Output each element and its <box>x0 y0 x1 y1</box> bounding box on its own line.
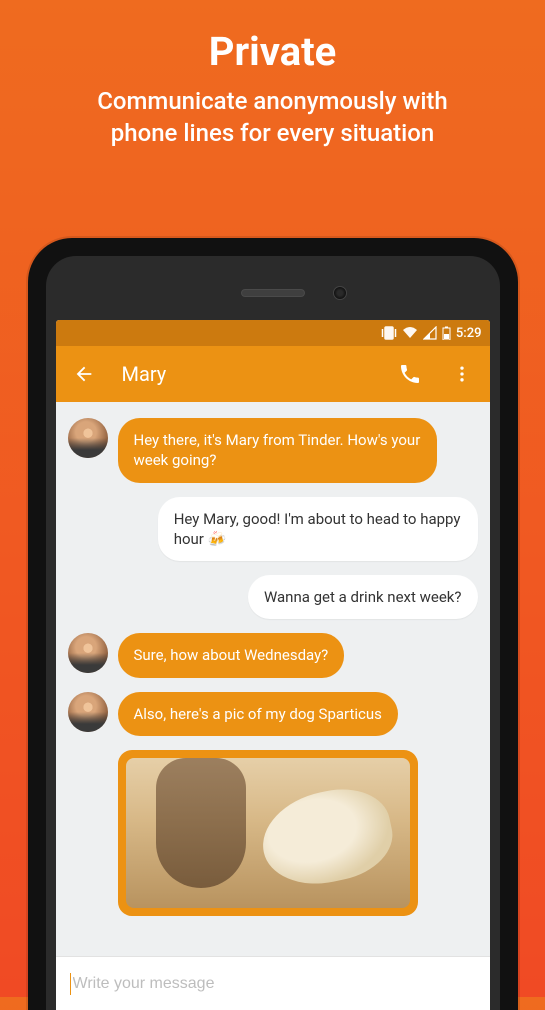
promo-title: Private <box>0 28 545 75</box>
message-bubble-incoming[interactable]: Sure, how about Wednesday? <box>118 633 345 677</box>
avatar[interactable] <box>68 633 108 673</box>
promo-subtitle-line2: phone lines for every situation <box>111 119 434 147</box>
message-bubble-outgoing[interactable]: Hey Mary, good! I'm about to head to hap… <box>158 497 478 562</box>
vibrate-icon <box>381 326 397 340</box>
battery-icon <box>442 326 451 340</box>
status-time: 5:29 <box>456 326 482 341</box>
wifi-icon <box>402 326 418 340</box>
message-input[interactable] <box>73 975 476 993</box>
status-bar: 5:29 <box>56 320 490 346</box>
message-row: Also, here's a pic of my dog Sparticus <box>68 692 478 736</box>
app-bar: Mary <box>56 346 490 402</box>
promo-subtitle-line1: Communicate anonymously with <box>97 87 448 115</box>
dog-photo[interactable] <box>126 758 410 908</box>
message-row: Wanna get a drink next week? <box>68 575 478 619</box>
signal-icon <box>423 326 437 340</box>
message-media-bubble[interactable] <box>118 750 418 916</box>
avatar[interactable] <box>68 418 108 458</box>
phone-speaker <box>241 289 305 297</box>
message-bubble-outgoing[interactable]: Wanna get a drink next week? <box>248 575 478 619</box>
message-composer <box>56 956 490 1010</box>
message-row: Hey there, it's Mary from Tinder. How's … <box>68 418 478 483</box>
phone-inner: 5:29 Mary Hey there, it's Mary from Tind… <box>46 256 500 1010</box>
message-bubble-incoming[interactable]: Also, here's a pic of my dog Sparticus <box>118 692 398 736</box>
phone-camera <box>333 286 347 300</box>
avatar[interactable] <box>68 692 108 732</box>
message-row: Sure, how about Wednesday? <box>68 633 478 677</box>
message-row: Hey Mary, good! I'm about to head to hap… <box>68 497 478 562</box>
phone-frame: 5:29 Mary Hey there, it's Mary from Tind… <box>28 238 518 1010</box>
text-cursor <box>70 973 71 995</box>
screen: 5:29 Mary Hey there, it's Mary from Tind… <box>56 320 490 1010</box>
back-button[interactable] <box>70 360 98 388</box>
promo-subtitle: Communicate anonymously with phone lines… <box>0 85 545 150</box>
message-bubble-incoming[interactable]: Hey there, it's Mary from Tinder. How's … <box>118 418 438 483</box>
chat-thread[interactable]: Hey there, it's Mary from Tinder. How's … <box>56 402 490 956</box>
conversation-title: Mary <box>122 362 372 386</box>
more-button[interactable] <box>448 360 476 388</box>
phone-hardware-top <box>56 266 490 320</box>
call-button[interactable] <box>396 360 424 388</box>
message-row <box>68 750 478 916</box>
